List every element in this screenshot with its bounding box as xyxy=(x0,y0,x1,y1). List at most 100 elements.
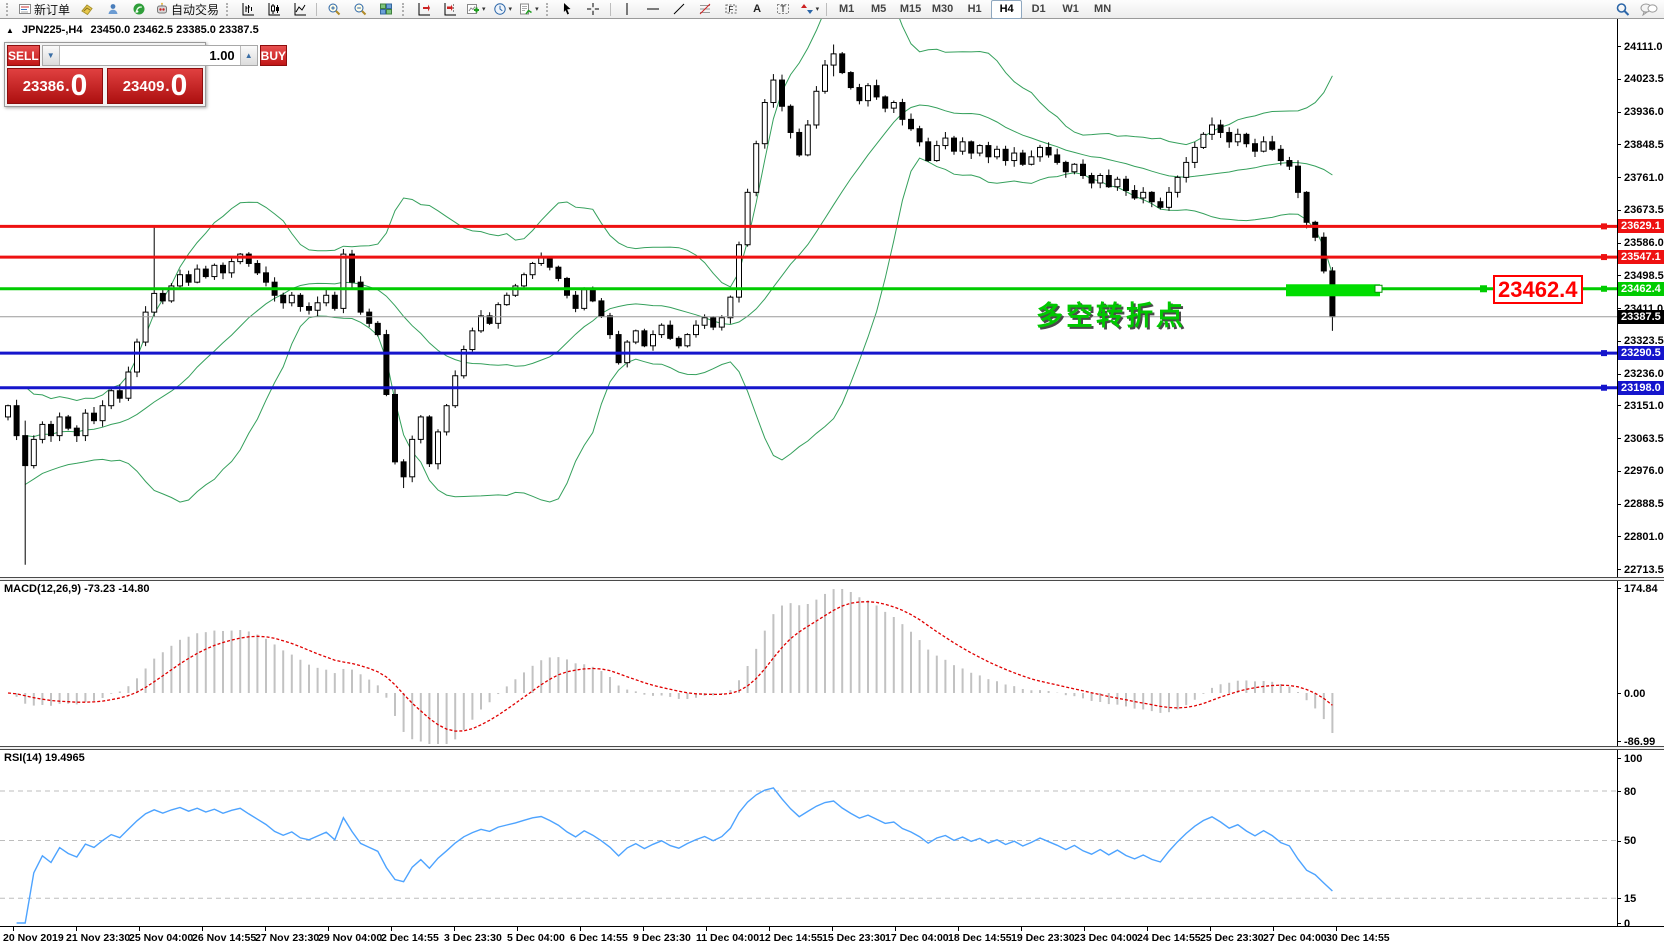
templates-button[interactable]: ▾ xyxy=(516,0,542,19)
time-axis-label: 15 Dec 23:30 xyxy=(822,932,886,944)
clock-icon xyxy=(493,2,507,16)
time-tick xyxy=(1336,927,1337,931)
zoom-in-button[interactable] xyxy=(321,0,346,19)
sell-price-pip: 0 xyxy=(71,71,88,101)
periods-button[interactable]: ▾ xyxy=(490,0,516,19)
axis-tick: 22713.5 xyxy=(1617,563,1664,576)
time-axis-label: 6 Dec 14:55 xyxy=(570,932,628,944)
channel-button[interactable]: F xyxy=(719,0,744,19)
buy-price-pip: 0 xyxy=(171,71,188,101)
chart-profile-button[interactable] xyxy=(74,0,99,19)
toolbar-grip[interactable] xyxy=(226,3,231,16)
axis-tick: 23761.0 xyxy=(1617,171,1664,184)
volume-decrease-button[interactable]: ▼ xyxy=(43,46,60,65)
time-axis-label: 25 Dec 23:30 xyxy=(1200,932,1264,944)
vertical-line-button[interactable] xyxy=(615,0,640,19)
time-tick xyxy=(391,927,392,931)
time-axis-label: 30 Dec 14:55 xyxy=(1326,932,1390,944)
axis-tick: 22801.0 xyxy=(1617,530,1664,543)
market-button[interactable] xyxy=(100,0,125,19)
time-tick xyxy=(1084,927,1085,931)
arrows-button[interactable]: ▾ xyxy=(797,0,823,19)
text-label-button[interactable]: T xyxy=(771,0,796,19)
bar-chart-button[interactable] xyxy=(235,0,260,19)
time-tick xyxy=(13,927,14,931)
time-tick xyxy=(202,927,203,931)
zoom-out-icon xyxy=(353,2,367,16)
timeframe-button-m5[interactable]: M5 xyxy=(863,0,894,19)
line-chart-button[interactable] xyxy=(287,0,312,19)
triangle-down-icon: ▼ xyxy=(47,52,55,60)
timeframe-button-mn[interactable]: MN xyxy=(1087,0,1118,19)
axis-tick: 100 xyxy=(1617,752,1642,765)
time-tick xyxy=(1273,927,1274,931)
horizontal-line-button[interactable] xyxy=(641,0,666,19)
tile-windows-button[interactable] xyxy=(373,0,398,19)
price-chart-canvas[interactable] xyxy=(0,19,1617,577)
text-label-icon: T xyxy=(776,2,790,16)
fibonacci-button[interactable] xyxy=(693,0,718,19)
crosshair-button[interactable] xyxy=(581,0,606,19)
price-axis[interactable]: 24111.024023.523936.023848.523761.023673… xyxy=(1617,19,1664,926)
toolbar-grip[interactable] xyxy=(402,3,407,16)
time-axis-label: 12 Dec 14:55 xyxy=(759,932,823,944)
toolbar-grip[interactable] xyxy=(546,3,551,16)
axis-tick: 23936.0 xyxy=(1617,106,1664,119)
pane-splitter[interactable] xyxy=(0,577,1664,581)
time-tick xyxy=(454,927,455,931)
text-tool-button[interactable]: A xyxy=(745,0,770,19)
timeframe-button-m1[interactable]: M1 xyxy=(831,0,862,19)
horizontal-line-icon xyxy=(646,2,660,16)
templates-icon xyxy=(519,2,533,16)
collapse-panel-icon[interactable]: ▲ xyxy=(6,26,14,35)
rsi-canvas[interactable] xyxy=(0,750,1617,926)
macd-canvas[interactable] xyxy=(0,581,1617,746)
chevron-down-icon: ▾ xyxy=(816,6,820,13)
autotrading-button[interactable]: 自动交易 xyxy=(152,0,222,19)
zoom-out-button[interactable] xyxy=(347,0,372,19)
timeframe-button-w1[interactable]: W1 xyxy=(1055,0,1086,19)
signals-icon xyxy=(132,2,146,16)
timeframe-button-m15[interactable]: M15 xyxy=(895,0,926,19)
chart-shift-button[interactable] xyxy=(437,0,462,19)
axis-tick: -86.99 xyxy=(1617,735,1655,748)
sell-price-button[interactable]: 23386.0 xyxy=(7,68,103,104)
timeframe-button-h4[interactable]: H4 xyxy=(991,0,1022,19)
axis-tick: 23848.5 xyxy=(1617,138,1664,151)
chevron-down-icon: ▾ xyxy=(482,6,486,13)
time-tick xyxy=(832,927,833,931)
one-click-trading-panel: SELL ▼ ▲ BUY 23386.0 23409.0 xyxy=(4,42,206,107)
cursor-button[interactable] xyxy=(555,0,580,19)
community-chat-button[interactable] xyxy=(1636,0,1661,19)
timeframe-button-h1[interactable]: H1 xyxy=(959,0,990,19)
timeframe-button-m30[interactable]: M30 xyxy=(927,0,958,19)
search-button[interactable] xyxy=(1610,0,1635,19)
time-axis-label: 29 Nov 04:00 xyxy=(318,932,382,944)
trendline-button[interactable] xyxy=(667,0,692,19)
axis-tick: 22888.5 xyxy=(1617,498,1664,511)
sell-button[interactable]: SELL xyxy=(7,45,40,66)
new-order-button[interactable]: 新订单 xyxy=(15,0,73,19)
annotation-text[interactable]: 多空转折点 xyxy=(1036,294,1186,333)
volume-increase-button[interactable]: ▲ xyxy=(240,46,257,65)
chart-profile-icon xyxy=(80,2,94,16)
time-tick xyxy=(517,927,518,931)
time-axis-label: 26 Nov 14:55 xyxy=(192,932,256,944)
signals-button[interactable] xyxy=(126,0,151,19)
time-axis-label: 19 Dec 23:30 xyxy=(1011,932,1075,944)
volume-input[interactable] xyxy=(60,46,240,65)
toolbar-grip[interactable] xyxy=(6,3,11,16)
price-callout[interactable]: 23462.4 xyxy=(1493,275,1583,304)
axis-tick: 0.00 xyxy=(1617,687,1645,700)
candlestick-chart-button[interactable] xyxy=(261,0,286,19)
buy-button[interactable]: BUY xyxy=(260,45,287,66)
chart-title: ▲ JPN225-,H4 23450.0 23462.5 23385.0 233… xyxy=(6,24,259,36)
timeframe-button-d1[interactable]: D1 xyxy=(1023,0,1054,19)
macd-label: MACD(12,26,9) -73.23 -14.80 xyxy=(4,583,150,595)
auto-scroll-button[interactable] xyxy=(411,0,436,19)
indicators-button[interactable]: ▾ xyxy=(463,0,489,19)
buy-price-button[interactable]: 23409.0 xyxy=(107,68,203,104)
time-axis[interactable]: 20 Nov 201921 Nov 23:3025 Nov 04:0026 No… xyxy=(0,926,1664,947)
time-axis-label: 17 Dec 04:00 xyxy=(885,932,949,944)
pane-splitter[interactable] xyxy=(0,746,1664,750)
